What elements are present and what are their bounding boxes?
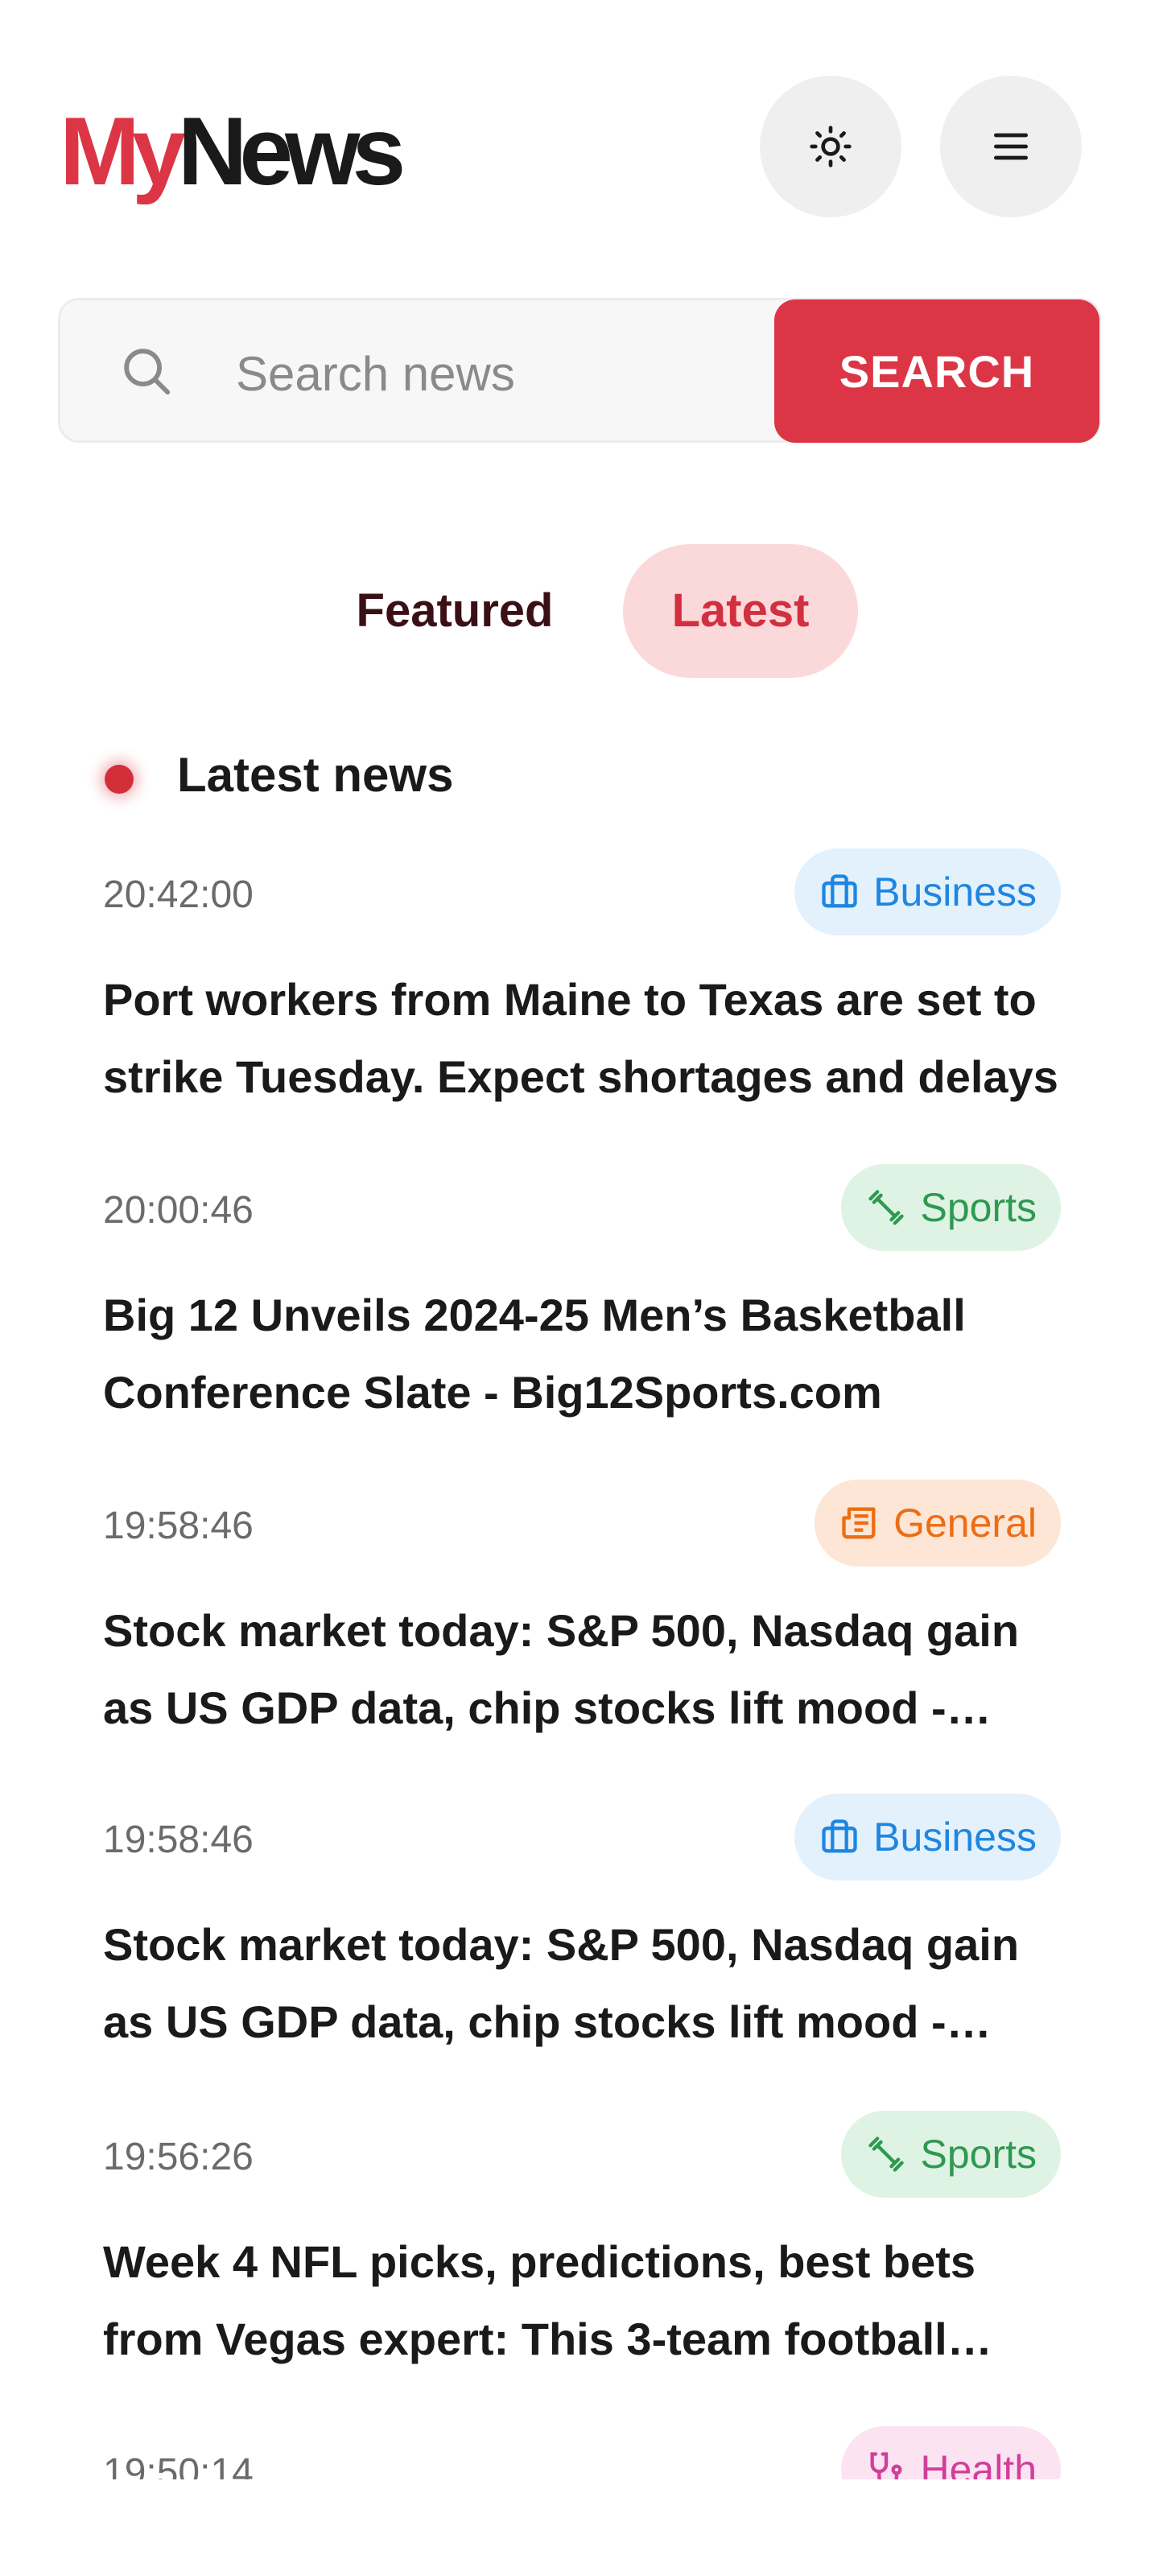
category-label: Business — [873, 1814, 1037, 1860]
dumbbell-icon — [868, 2136, 905, 2172]
news-time: 19:56:26 — [103, 2136, 254, 2178]
news-item[interactable]: 20:42:00 Business Port workers from Main… — [103, 848, 1061, 1106]
news-headline[interactable]: Big 12 Unveils 2024-25 Men’s Basketball … — [103, 1277, 1061, 1431]
news-time: 19:50:14 — [103, 2451, 254, 2479]
news-item[interactable]: 19:58:46 General Stock market today: S&P… — [103, 1480, 1061, 1737]
health-icon — [870, 2452, 902, 2479]
category-label: Sports — [920, 2132, 1037, 2177]
news-item[interactable]: 19:56:26 Sports Week 4 NFL picks, predic… — [103, 2111, 1061, 2368]
briefcase-icon — [822, 874, 857, 908]
category-label: Health — [920, 2447, 1037, 2479]
briefcase-icon — [822, 1819, 857, 1853]
dumbbell-icon — [868, 1190, 905, 1225]
news-headline[interactable]: Week 4 NFL picks, predictions, best bets… — [103, 2223, 1061, 2378]
category-badge[interactable]: General — [815, 1480, 1061, 1567]
category-badge[interactable]: Sports — [841, 1164, 1061, 1251]
category-badge[interactable]: Business — [794, 1794, 1061, 1880]
news-item[interactable]: 20:00:46 Sports Big 12 Unveils 2024-25 M… — [103, 1164, 1061, 1422]
news-time: 19:58:46 — [103, 1505, 254, 1547]
news-headline[interactable]: Stock market today: S&P 500, Nasdaq gain… — [103, 1592, 1061, 1747]
news-time: 20:42:00 — [103, 873, 254, 916]
category-badge[interactable]: Business — [794, 848, 1061, 935]
category-label: General — [893, 1501, 1037, 1546]
news-list: 20:42:00 Business Port workers from Main… — [0, 0, 1159, 2479]
news-time: 19:58:46 — [103, 1818, 254, 1861]
category-badge[interactable]: Health — [841, 2426, 1061, 2479]
news-headline[interactable]: Port workers from Maine to Texas are set… — [103, 961, 1061, 1116]
category-badge[interactable]: Sports — [841, 2111, 1061, 2198]
news-time: 20:00:46 — [103, 1189, 254, 1232]
news-headline[interactable]: Stock market today: S&P 500, Nasdaq gain… — [103, 1906, 1061, 2061]
newspaper-icon — [842, 1507, 876, 1539]
category-label: Business — [873, 869, 1037, 914]
news-item[interactable]: 19:50:14 Health — [103, 2426, 1061, 2479]
news-item[interactable]: 19:58:46 Business Stock market today: S&… — [103, 1794, 1061, 2051]
category-label: Sports — [920, 1185, 1037, 1230]
